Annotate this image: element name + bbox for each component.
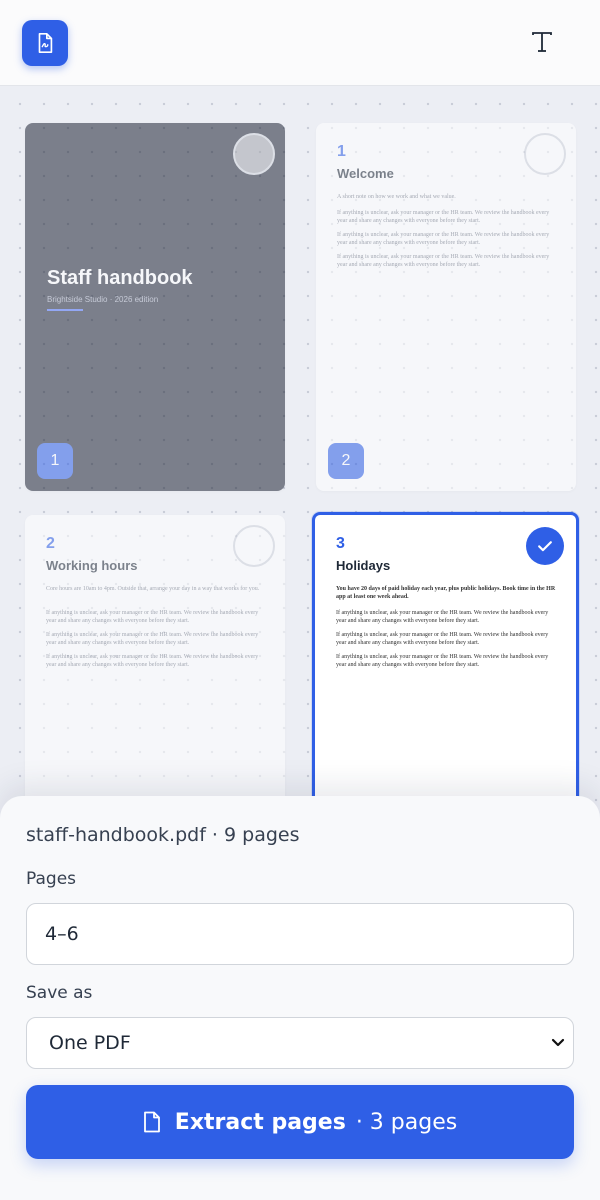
save-as-label: Save as <box>26 983 93 1003</box>
extract-button-count: · 3 pages <box>355 1109 458 1135</box>
checkmark-icon <box>538 541 552 552</box>
section-paragraph: If anything is unclear, ask your manager… <box>337 210 550 224</box>
section-paragraph: If anything is unclear, ask your manager… <box>336 632 549 646</box>
pages-range-input[interactable]: 4–6 <box>26 903 574 965</box>
section-paragraph: If anything is unclear, ask your manager… <box>46 610 259 624</box>
cover-title: Staff handbook <box>47 267 193 289</box>
top-toolbar <box>0 0 600 86</box>
pages-label: Pages <box>26 869 77 889</box>
section-number: 3 <box>336 535 345 552</box>
pdf-file-icon <box>38 33 53 53</box>
cover-subtitle: Brightside Studio · 2026 edition <box>47 295 159 304</box>
page-number-badge: 2 <box>328 443 364 479</box>
section-title: Holidays <box>336 558 391 573</box>
select-checkbox[interactable] <box>233 525 275 567</box>
text-tool-icon <box>532 32 552 52</box>
section-lead: A short note on how we work and what we … <box>337 194 456 200</box>
section-lead: Core hours are 10am to 4pm. Outside that… <box>46 586 260 592</box>
select-checkbox[interactable] <box>233 133 275 175</box>
section-number: 1 <box>337 143 346 160</box>
extract-bottom-sheet: staff-handbook.pdf · 9 pages Pages 4–6 S… <box>0 796 600 1200</box>
extract-pages-button[interactable]: Extract pages · 3 pages <box>26 1085 574 1159</box>
pdf-app-button[interactable] <box>22 20 68 66</box>
text-tool-button[interactable] <box>522 22 562 62</box>
section-paragraph: If anything is unclear, ask your manager… <box>337 254 550 268</box>
save-as-select[interactable]: One PDF <box>26 1017 574 1069</box>
page-thumbnail-1[interactable]: Staff handbook Brightside Studio · 2026 … <box>25 123 285 491</box>
section-lead: You have 20 days of paid holiday each ye… <box>336 586 556 600</box>
select-checkbox[interactable] <box>524 133 566 175</box>
page-number-badge: 1 <box>37 443 73 479</box>
save-as-value: One PDF <box>49 1032 131 1054</box>
section-paragraph: If anything is unclear, ask your manager… <box>46 632 259 646</box>
section-paragraph: If anything is unclear, ask your manager… <box>336 654 549 668</box>
file-info: staff-handbook.pdf · 9 pages <box>26 824 300 846</box>
section-number: 2 <box>46 535 55 552</box>
extract-button-label: Extract pages <box>174 1109 346 1135</box>
section-title: Welcome <box>337 166 394 181</box>
cover-accent-line <box>47 309 83 311</box>
chevron-down-icon <box>551 1038 565 1047</box>
pages-range-value: 4–6 <box>45 923 79 945</box>
section-paragraph: If anything is unclear, ask your manager… <box>336 610 549 624</box>
section-paragraph: If anything is unclear, ask your manager… <box>337 232 550 246</box>
section-paragraph: If anything is unclear, ask your manager… <box>46 654 259 668</box>
page-thumbnail-2[interactable]: 1 Welcome A short note on how we work an… <box>316 123 576 491</box>
select-checkbox-checked[interactable] <box>526 527 564 565</box>
section-title: Working hours <box>46 558 138 573</box>
file-icon <box>143 1111 160 1133</box>
